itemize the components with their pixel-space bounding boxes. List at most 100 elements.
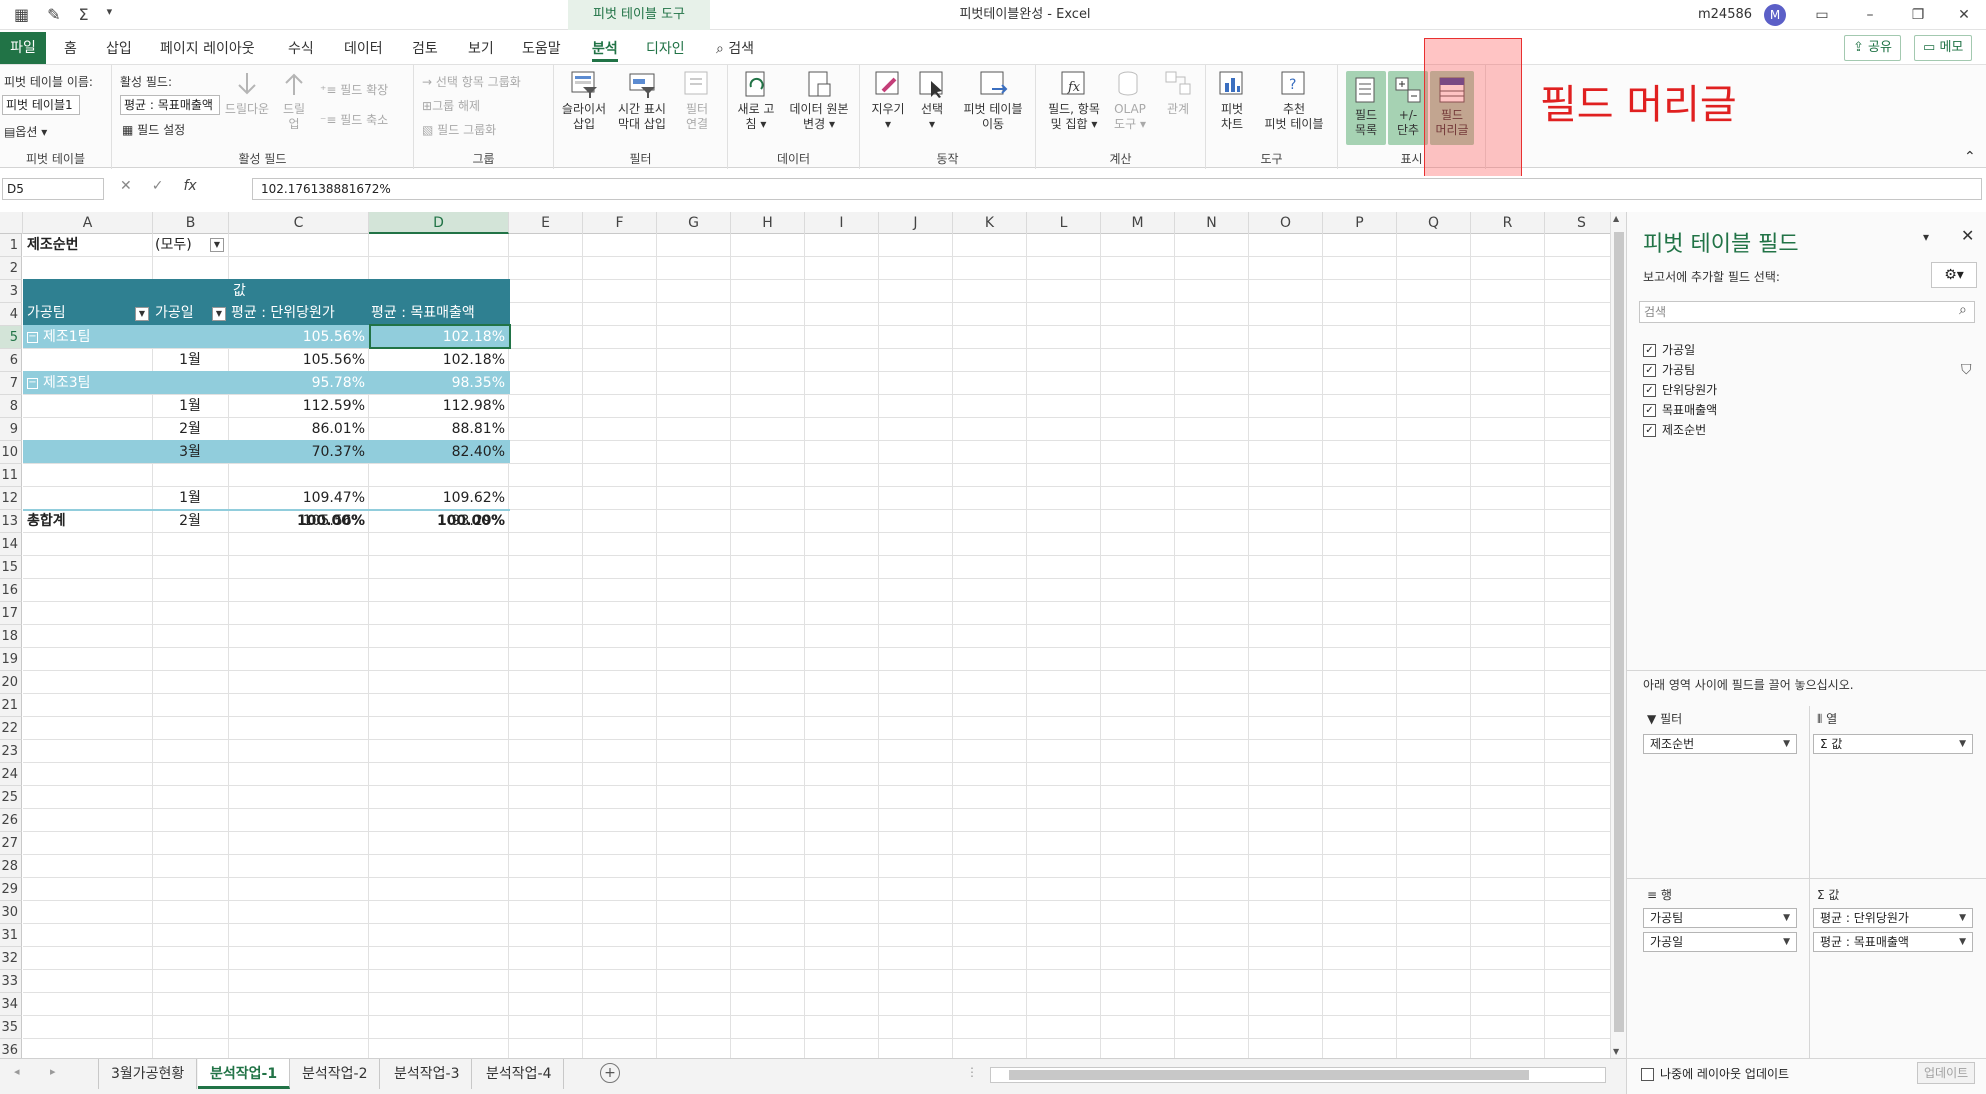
grand-total-label[interactable]: 총합계 [24,510,152,533]
tab-view[interactable]: 보기 [468,36,494,62]
row-header-10[interactable]: 10 [0,441,22,464]
select-all-corner[interactable] [0,212,23,234]
day-label[interactable]: 2월 [152,418,228,441]
target-sales-cell[interactable]: 88.81% [370,418,508,441]
subtotal-unit-cost[interactable]: 105.56% [230,326,368,349]
column-header-s[interactable]: S [1545,212,1610,234]
fields-items-sets-button[interactable]: fx 필드, 항목 및 집합 ▾ [1044,69,1104,132]
subtotal-target-sales[interactable]: 98.35% [370,372,508,395]
scroll-down-icon[interactable]: ▼ [1613,1047,1619,1056]
row-header-11[interactable]: 11 [0,464,22,487]
tab-file[interactable]: 파일 [0,32,46,64]
column-header-n[interactable]: N [1175,212,1249,234]
autosum-icon[interactable]: Σ [79,5,89,24]
field-item[interactable]: ✓ 단위당원가 [1643,380,1717,400]
row-area-item[interactable]: 가공팀 ▼ [1643,908,1797,928]
row-header-9[interactable]: 9 [0,418,22,441]
defer-update-checkbox[interactable]: 나중에 레이아웃 업데이트 [1641,1064,1789,1084]
tab-review[interactable]: 검토 [412,36,438,62]
row-header-30[interactable]: 30 [0,901,22,924]
sheet-tab[interactable]: 3월가공현황 [98,1059,198,1089]
row-header-21[interactable]: 21 [0,694,22,717]
value-area-item[interactable]: 평균 : 단위당원가 ▼ [1813,908,1973,928]
unit-cost-cell[interactable]: 105.56% [230,349,368,372]
table-icon[interactable]: ▦ [14,5,29,24]
gear-icon[interactable]: ⚙▾ [1931,262,1977,288]
column-header-p[interactable]: P [1323,212,1397,234]
group-selection-button[interactable]: → 선택 항목 그룹화 [422,73,521,90]
row-header-15[interactable]: 15 [0,556,22,579]
sheet-tab[interactable]: 분석작업-3 [382,1059,473,1089]
insert-function-icon[interactable]: fx [183,178,196,194]
column-header-j[interactable]: J [879,212,953,234]
subtotal-unit-cost[interactable]: 107.90% [230,464,368,487]
field-item[interactable]: ✓ 제조순번 [1643,420,1706,440]
tell-me-search[interactable]: ⌕ 검색 [716,36,754,62]
checkbox-checked-icon[interactable]: ✓ [1643,403,1656,417]
group-field-button[interactable]: ▧ 필드 그룹화 [422,121,496,138]
filter-field-label[interactable]: 제조순번 [24,234,152,257]
grand-total-target-sales[interactable]: 100.00% [370,510,508,533]
expand-field-button[interactable]: ⁺≡ 필드 확장 [320,81,388,98]
row-header-19[interactable]: 19 [0,648,22,671]
drill-up-button[interactable]: 드릴 업 [276,69,312,132]
user-name[interactable]: m24586 [1698,0,1752,30]
row-header-13[interactable]: 13 [0,510,22,533]
scroll-thumb[interactable] [1614,232,1624,1032]
close-icon[interactable]: ✕ [1944,0,1984,30]
row-header-33[interactable]: 33 [0,970,22,993]
collapse-minus-icon[interactable]: − [27,470,38,481]
day-label[interactable]: 1월 [152,395,228,418]
tab-insert[interactable]: 삽입 [106,36,132,62]
column-header-a[interactable]: A [23,212,153,234]
column-header-c[interactable]: C [229,212,369,234]
tab-page-layout[interactable]: 페이지 레이아웃 [160,36,255,62]
collapse-ribbon-icon[interactable]: ⌃ [1964,149,1976,165]
memo-button[interactable]: ▭ 메모 [1914,35,1973,61]
insert-timeline-button[interactable]: 시간 표시 막대 삽입 [614,69,670,132]
filter-active-icon[interactable]: ▼ [135,307,149,321]
filter-icon[interactable]: ⛉ [1961,362,1972,378]
column-header-d[interactable]: D [369,212,509,234]
column-header-g[interactable]: G [657,212,731,234]
team-subtotal-label[interactable]: 제조3팀 [40,372,150,395]
target-sales-cell[interactable]: 109.62% [370,487,508,510]
ungroup-button[interactable]: ⊞그룹 해제 [422,97,480,114]
row-day-dropdown-icon[interactable]: ▼ [212,307,226,321]
pane-menu-chevron-down-icon[interactable]: ▾ [1923,230,1929,244]
column-header-l[interactable]: L [1027,212,1101,234]
field-item[interactable]: ✓ 가공팀 [1643,360,1695,380]
column-header-m[interactable]: M [1101,212,1175,234]
unit-cost-cell[interactable]: 112.59% [230,395,368,418]
collapse-minus-icon[interactable]: − [27,378,38,389]
row-header-32[interactable]: 32 [0,947,22,970]
row-header-16[interactable]: 16 [0,579,22,602]
recommended-pivot-button[interactable]: ? 추천 피벗 테이블 [1256,69,1332,132]
checkbox-checked-icon[interactable]: ✓ [1643,423,1656,437]
field-item[interactable]: ✓ 가공일 [1643,340,1695,360]
select-button[interactable]: 선택 ▾ [912,69,952,132]
restore-icon[interactable]: ❐ [1898,0,1938,30]
tab-data[interactable]: 데이터 [344,36,383,62]
drill-down-button[interactable]: 드릴다운 [222,69,272,117]
sheet-tab-active[interactable]: 분석작업-1 [198,1059,291,1089]
filter-connections-button[interactable]: 필터 연결 [674,69,720,132]
column-header-b[interactable]: B [153,212,229,234]
row-header-26[interactable]: 26 [0,809,22,832]
insert-slicer-button[interactable]: 슬라이서 삽입 [558,69,610,132]
minimize-icon[interactable]: – [1850,0,1890,30]
row-header-team[interactable]: 가공팀 [24,302,134,325]
customize-qat-icon[interactable]: ▾ [107,5,113,24]
update-button[interactable]: 업데이트 [1917,1062,1976,1084]
column-header-unit-cost[interactable]: 평균 : 단위당원가 [228,302,368,325]
checkbox-checked-icon[interactable]: ✓ [1643,363,1656,377]
row-header-27[interactable]: 27 [0,832,22,855]
subtotal-unit-cost[interactable]: 95.78% [230,372,368,395]
row-header-22[interactable]: 22 [0,717,22,740]
day-label[interactable]: 1월 [152,349,228,372]
pivot-name-input[interactable]: 피벗 테이블1 [2,95,80,115]
pivot-chart-button[interactable]: 피벗 차트 [1212,69,1252,132]
filter-dropdown-icon[interactable]: ▼ [210,238,224,252]
next-sheet-icon[interactable]: ▸ [50,1065,56,1078]
row-header-28[interactable]: 28 [0,855,22,878]
